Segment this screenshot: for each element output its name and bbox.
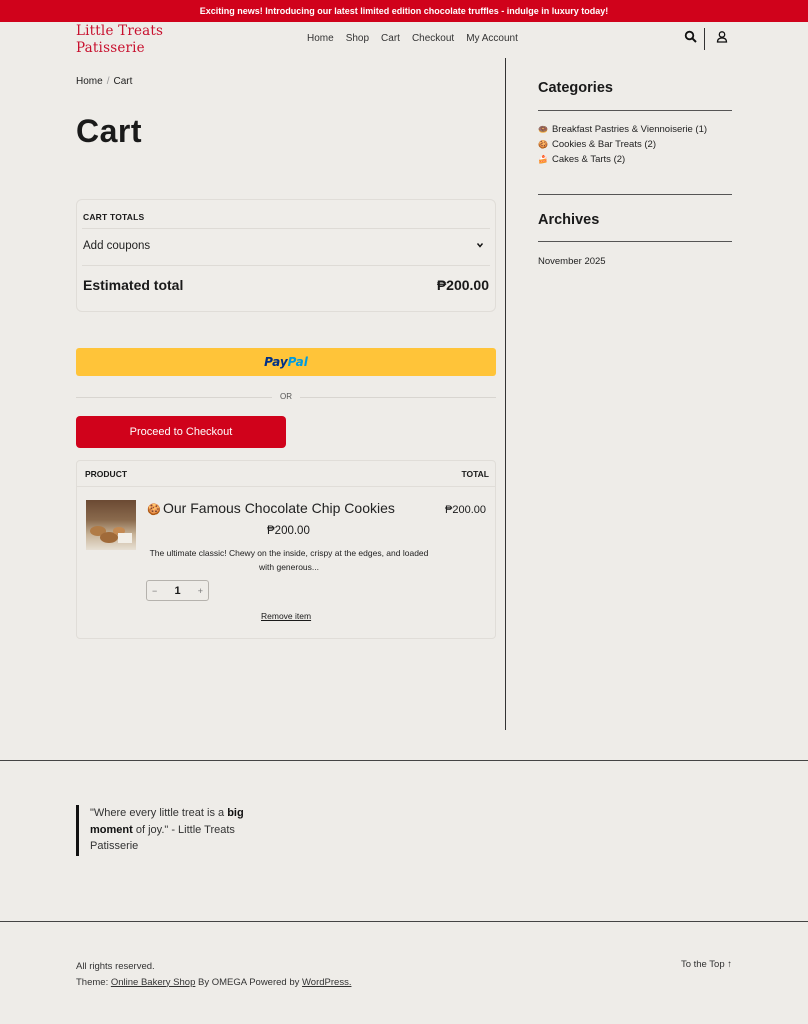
proceed-to-checkout-button[interactable]: Proceed to Checkout bbox=[76, 416, 286, 448]
announcement-bar: Exciting news! Introducing our latest li… bbox=[0, 0, 808, 22]
category-label: Breakfast Pastries & Viennoiserie (1) bbox=[551, 124, 708, 135]
quantity-decrease-button[interactable]: − bbox=[152, 586, 157, 596]
or-line-right bbox=[300, 397, 496, 398]
divider bbox=[538, 241, 732, 242]
paypal-logo-pay: Pay bbox=[264, 355, 288, 369]
column-header-total: TOTAL bbox=[461, 469, 489, 479]
nav-cart[interactable]: Cart bbox=[381, 33, 400, 44]
estimated-total-value: ₱200.00 bbox=[436, 277, 489, 293]
divider bbox=[538, 110, 732, 111]
breadcrumb-separator: / bbox=[106, 76, 110, 87]
cookie-icon: 🍪 bbox=[147, 504, 161, 516]
quote-bold: moment bbox=[90, 823, 133, 836]
product-description: The ultimate classic! Chewy on the insid… bbox=[149, 548, 429, 572]
cookie-icon: 🍪 bbox=[538, 140, 548, 149]
quantity-stepper: − 1 + bbox=[146, 580, 209, 601]
footer-credits: All rights reserved. Theme: Online Baker… bbox=[76, 959, 351, 990]
footer-divider bbox=[0, 760, 808, 761]
header-divider bbox=[704, 28, 705, 50]
cake-icon: 🍰 bbox=[538, 155, 548, 164]
quote-bold: big bbox=[227, 807, 244, 819]
category-link[interactable]: 🍩 Breakfast Pastries & Viennoiserie (1) bbox=[538, 124, 707, 135]
theme-link[interactable]: Online Bakery Shop bbox=[111, 977, 196, 988]
paypal-button[interactable]: PayPal bbox=[76, 348, 496, 376]
category-label: Cakes & Tarts (2) bbox=[551, 154, 626, 165]
divider bbox=[538, 194, 732, 195]
quantity-increase-button[interactable]: + bbox=[198, 586, 203, 596]
category-label: Cookies & Bar Treats (2) bbox=[551, 139, 656, 150]
donut-icon: 🍩 bbox=[538, 125, 548, 134]
breadcrumb-home[interactable]: Home bbox=[76, 76, 103, 87]
wordpress-link[interactable]: WordPress. bbox=[302, 977, 351, 988]
theme-by: By OMEGA Powered by bbox=[195, 976, 303, 988]
brand-line-2: Patisserie bbox=[76, 39, 145, 56]
user-icon[interactable] bbox=[715, 30, 729, 44]
product-price: ₱200.00 bbox=[267, 525, 310, 537]
cart-items-table: PRODUCT TOTAL 🍪 Our Famous Chocolate Chi… bbox=[76, 460, 496, 639]
category-link[interactable]: 🍰 Cakes & Tarts (2) bbox=[538, 154, 625, 165]
product-thumbnail[interactable] bbox=[86, 500, 136, 550]
breadcrumb-current: Cart bbox=[113, 76, 133, 87]
paypal-logo-pal: Pal bbox=[287, 355, 308, 369]
main-nav: Home Shop Cart Checkout My Account bbox=[307, 33, 518, 44]
quote-text: "Where every little treat is a bbox=[90, 807, 228, 819]
categories-heading: Categories bbox=[538, 80, 613, 96]
estimated-total-label: Estimated total bbox=[83, 277, 184, 293]
nav-home[interactable]: Home bbox=[307, 33, 334, 44]
line-total: ₱200.00 bbox=[445, 504, 486, 516]
cart-totals-panel: CART TOTALS Add coupons Estimated total … bbox=[76, 199, 496, 312]
brand-line-1: Little Treats bbox=[76, 23, 164, 39]
page-title: Cart bbox=[76, 113, 143, 149]
site-logo[interactable]: Little Treats Patisserie bbox=[76, 23, 186, 56]
content-sidebar-divider bbox=[505, 58, 506, 730]
nav-my-account[interactable]: My Account bbox=[466, 33, 518, 44]
breadcrumb: Home / Cart bbox=[76, 76, 132, 87]
category-link[interactable]: 🍪 Cookies & Bar Treats (2) bbox=[538, 139, 656, 150]
or-separator: OR bbox=[76, 390, 496, 404]
archive-link[interactable]: November 2025 bbox=[538, 256, 606, 267]
add-coupons-toggle[interactable]: Add coupons bbox=[83, 240, 150, 252]
product-name-link[interactable]: Our Famous Chocolate Chip Cookies bbox=[163, 500, 395, 516]
cart-totals-heading: CART TOTALS bbox=[83, 212, 145, 222]
divider bbox=[77, 486, 495, 487]
archives-heading: Archives bbox=[538, 212, 600, 228]
nav-shop[interactable]: Shop bbox=[346, 33, 369, 44]
nav-checkout[interactable]: Checkout bbox=[412, 33, 454, 44]
remove-item-link[interactable]: Remove item bbox=[261, 611, 311, 621]
column-header-product: PRODUCT bbox=[85, 469, 128, 479]
search-icon[interactable] bbox=[684, 30, 698, 44]
divider bbox=[82, 228, 490, 229]
footer-quote: "Where every little treat is a big moment… bbox=[76, 805, 276, 856]
to-the-top-link[interactable]: To the Top ↑ bbox=[681, 959, 732, 970]
divider bbox=[82, 265, 490, 266]
theme-prefix: Theme: bbox=[76, 976, 111, 988]
rights-text: All rights reserved. bbox=[76, 961, 155, 972]
chevron-down-icon[interactable] bbox=[475, 240, 485, 253]
quantity-value[interactable]: 1 bbox=[174, 585, 180, 597]
footer-divider bbox=[0, 921, 808, 922]
